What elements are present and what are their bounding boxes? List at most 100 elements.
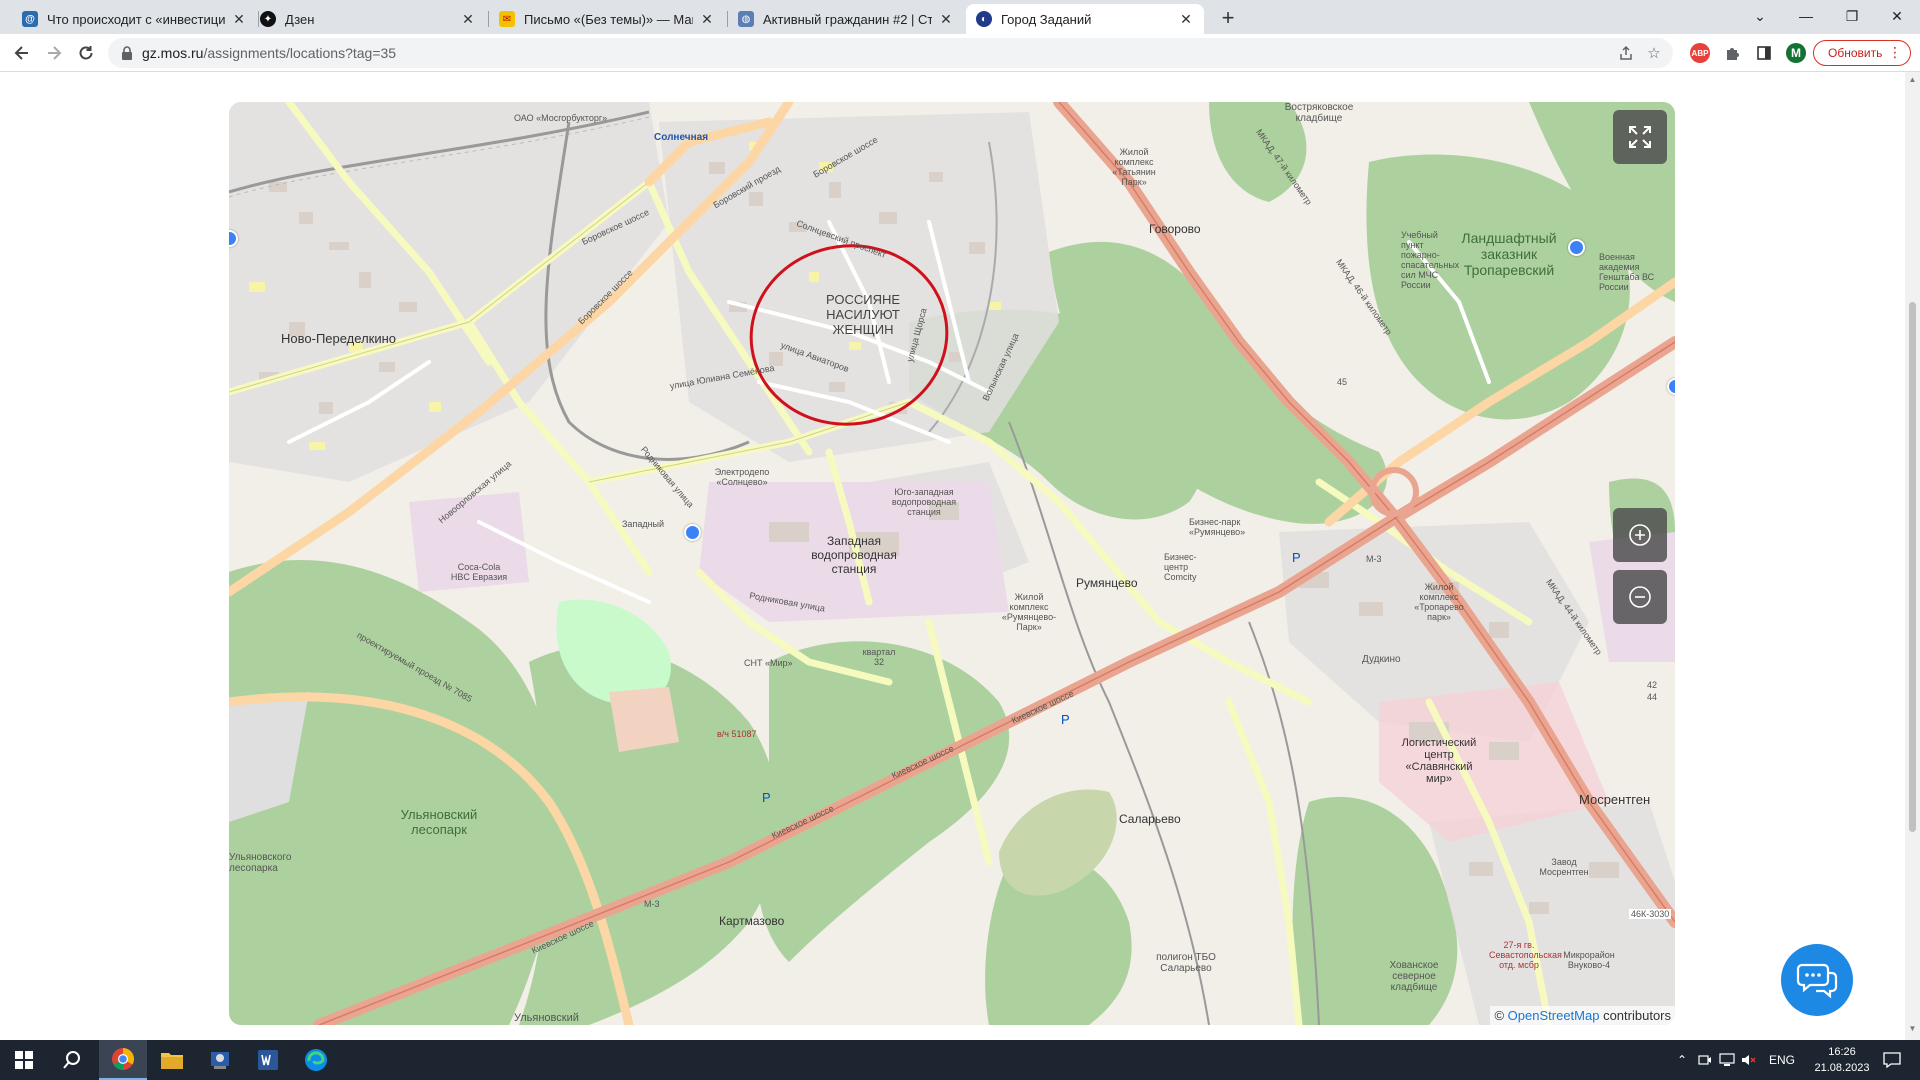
chrome-app-icon[interactable] — [99, 1040, 147, 1080]
minimize-icon[interactable]: — — [1783, 0, 1829, 32]
scrollbar-thumb[interactable] — [1909, 302, 1916, 832]
language-indicator[interactable]: ENG — [1764, 1040, 1800, 1080]
annotation-line: ЖЕНЩИН — [832, 322, 894, 337]
mail-favicon-icon: @ — [22, 11, 38, 27]
map-label: ОАО «Мосгорбукторг» — [514, 113, 608, 123]
url-path: /assignments/locations?tag=35 — [203, 45, 397, 61]
scroll-down-arrow-icon[interactable]: ▼ — [1908, 1024, 1917, 1033]
map-label: Солнечная — [654, 132, 709, 143]
map-label: Дудкино — [1362, 654, 1401, 665]
tab-close-icon[interactable]: ✕ — [1178, 11, 1194, 27]
file-explorer-icon[interactable] — [148, 1040, 196, 1080]
tab-close-icon[interactable]: ✕ — [231, 11, 247, 27]
map-label: Ульяновский — [514, 1012, 579, 1024]
map-label: Завод Мосрентген — [1539, 857, 1589, 877]
tab-pismo[interactable]: ✉ Письмо «(Без темы)» — Макси ✕ — [489, 4, 725, 34]
location-marker[interactable] — [684, 524, 701, 541]
map-label: Саларьево — [1119, 812, 1181, 826]
browser-toolbar: gz.mos.ru/assignments/locations?tag=35 ☆… — [0, 34, 1920, 72]
address-bar[interactable]: gz.mos.ru/assignments/locations?tag=35 ☆ — [108, 38, 1673, 68]
tab-close-icon[interactable]: ✕ — [699, 11, 715, 27]
map-label: Мосрентген — [1579, 792, 1651, 807]
tab-ag[interactable]: ◍ Активный гражданин #2 | Стра ✕ — [728, 4, 964, 34]
map-label: Жилой комплекс «Татьянин Парк» — [1112, 147, 1156, 187]
tab-title: Дзен — [285, 11, 315, 27]
map-label: СНТ «Мир» — [744, 658, 793, 668]
page-content: РОССИЯНЕ НАСИЛУЮТ ЖЕНЩИН Ново-Переделкин… — [0, 72, 1905, 1040]
kebab-menu-icon[interactable]: ⋮ — [1888, 44, 1902, 61]
dzen-favicon-icon: ✦ — [260, 11, 276, 27]
map-label: Coca-Cola HBC Евразия — [450, 562, 508, 582]
extensions-puzzle-icon[interactable] — [1722, 43, 1742, 63]
tab-close-icon[interactable]: ✕ — [460, 11, 476, 27]
tab-title: Что происходит с «инвестицион — [47, 11, 225, 27]
forward-arrow-icon[interactable] — [40, 39, 68, 67]
tab-title: Письмо «(Без темы)» — Макси — [524, 11, 693, 27]
clock-time: 16:26 — [1828, 1046, 1856, 1058]
volume-muted-icon[interactable] — [1738, 1040, 1760, 1080]
map-label: Микрорайон Внуково-4 — [1563, 950, 1615, 970]
back-arrow-icon[interactable] — [8, 39, 36, 67]
start-windows-icon[interactable] — [0, 1040, 48, 1080]
notifications-icon[interactable] — [1872, 1040, 1912, 1080]
map-label: полигон ТБО Саларьево — [1156, 952, 1216, 974]
windows-taskbar: ⌃ ENG 16:26 21.08.2023 — [0, 1040, 1920, 1080]
profile-avatar[interactable]: M — [1786, 43, 1806, 63]
tab-title: Активный гражданин #2 | Стра — [763, 11, 932, 27]
map-label: Жилой комплекс «Румянцево-Парк» — [1001, 592, 1057, 632]
word-app-icon[interactable] — [244, 1040, 292, 1080]
lock-icon[interactable] — [120, 45, 134, 61]
location-marker[interactable] — [1568, 239, 1585, 256]
edge-app-icon[interactable] — [292, 1040, 340, 1080]
attribution-suffix: contributors — [1603, 1008, 1671, 1023]
plus-circle-icon — [1629, 524, 1651, 546]
system-clock[interactable]: 16:26 21.08.2023 — [1812, 1044, 1872, 1076]
new-tab-button[interactable]: + — [1214, 5, 1242, 31]
tab-investitsii[interactable]: @ Что происходит с «инвестицион ✕ — [12, 4, 257, 34]
update-button[interactable]: Обновить ⋮ — [1813, 40, 1911, 66]
map-label: Бизнес-парк «Румянцево» — [1189, 517, 1246, 537]
app-icon[interactable] — [196, 1040, 244, 1080]
close-window-icon[interactable]: ✕ — [1874, 0, 1920, 32]
bookmark-star-icon[interactable]: ☆ — [1644, 43, 1664, 63]
restore-icon[interactable]: ❐ — [1829, 0, 1875, 32]
side-panel-icon[interactable] — [1754, 43, 1774, 63]
reload-icon[interactable] — [72, 39, 100, 67]
map-label: 45 — [1337, 377, 1348, 387]
map-label: М-3 — [1366, 554, 1382, 564]
share-icon[interactable] — [1616, 43, 1636, 63]
gz-favicon-icon: ◐ — [976, 11, 992, 27]
map-label: Ульяновского лесопарка — [229, 852, 292, 874]
tab-close-icon[interactable]: ✕ — [938, 11, 954, 27]
map-label: Западная водопроводная станция — [811, 534, 897, 576]
camera-icon[interactable] — [1694, 1040, 1716, 1080]
tab-strip: @ Что происходит с «инвестицион ✕ ✦ Дзен… — [0, 0, 1920, 34]
map-label: Логистический центр «Славянский мир» — [1401, 737, 1477, 785]
map-label: Учебный пункт пожарно-спасательных сил М… — [1401, 230, 1460, 290]
map-view[interactable]: РОССИЯНЕ НАСИЛУЮТ ЖЕНЩИН Ново-Переделкин… — [229, 102, 1675, 1025]
fullscreen-button[interactable] — [1613, 110, 1667, 164]
annotation-text: РОССИЯНЕ НАСИЛУЮТ ЖЕНЩИН — [823, 292, 903, 337]
tray-chevron-up-icon[interactable]: ⌃ — [1672, 1040, 1692, 1080]
page-scrollbar[interactable]: ▲ ▼ — [1905, 72, 1920, 1040]
zoom-out-button[interactable] — [1613, 570, 1667, 624]
map-label: Военная академия Генштаба ВС России — [1599, 252, 1655, 292]
openstreetmap-link[interactable]: OpenStreetMap — [1508, 1008, 1600, 1023]
tab-search-chevron-icon[interactable]: ⌄ — [1737, 0, 1783, 32]
map-attribution: © OpenStreetMap contributors — [1490, 1006, 1675, 1025]
search-icon[interactable] — [48, 1040, 96, 1080]
map-label: Картмазово — [719, 914, 785, 928]
tab-gorod-zadaniy[interactable]: ◐ Город Заданий ✕ — [966, 4, 1204, 34]
map-label: Востряковское кладбище — [1284, 102, 1354, 124]
map-label: 42 — [1647, 680, 1658, 690]
support-chat-button[interactable] — [1781, 944, 1853, 1016]
network-icon[interactable] — [1716, 1040, 1738, 1080]
url-host: gz.mos.ru — [142, 45, 204, 61]
zoom-in-button[interactable] — [1613, 508, 1667, 562]
tab-dzen[interactable]: ✦ Дзен ✕ — [250, 4, 486, 34]
url-text: gz.mos.ru/assignments/locations?tag=35 — [142, 45, 396, 61]
map-label: 44 — [1647, 692, 1658, 702]
map-label: Электродепо «Солнцево» — [714, 467, 770, 487]
scroll-up-arrow-icon[interactable]: ▲ — [1908, 75, 1917, 84]
adblock-icon[interactable]: ABP — [1690, 43, 1710, 63]
